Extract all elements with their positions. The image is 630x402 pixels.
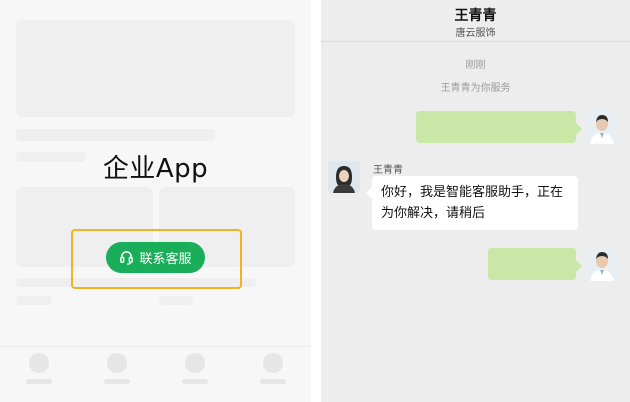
panel-divider bbox=[311, 0, 321, 402]
tab-placeholder-1[interactable] bbox=[24, 353, 54, 393]
skeleton-line bbox=[159, 296, 193, 305]
skeleton-banner bbox=[16, 20, 295, 117]
agent-avatar[interactable] bbox=[328, 161, 360, 193]
tab-placeholder-2[interactable] bbox=[102, 353, 132, 393]
agent-message-bubble[interactable]: 你好，我是智能客服助手，正在为你解决，请稍后 bbox=[366, 176, 578, 230]
app-title: 企业App bbox=[102, 154, 209, 184]
tab-placeholder-4[interactable] bbox=[258, 353, 288, 393]
service-notice: 王青青为你服务 bbox=[440, 83, 511, 94]
chat-contact-name: 王青青 bbox=[454, 8, 497, 24]
tab-label-placeholder bbox=[182, 379, 208, 384]
skeleton-line bbox=[16, 296, 52, 305]
contact-support-label: 联系客服 bbox=[139, 252, 192, 267]
user-message-bubble[interactable] bbox=[416, 111, 582, 143]
message-timestamp: 刚刚 bbox=[465, 60, 486, 71]
tab-placeholder-3[interactable] bbox=[180, 353, 210, 393]
tab-label-placeholder bbox=[260, 379, 286, 384]
tab-icon-placeholder bbox=[263, 353, 283, 373]
tab-icon-placeholder bbox=[29, 353, 49, 373]
contact-support-button[interactable]: 联系客服 bbox=[106, 242, 205, 273]
headset-icon bbox=[119, 250, 134, 265]
enterprise-app-mockup: 企业App 联系客服 bbox=[0, 0, 311, 402]
skeleton-line bbox=[16, 129, 215, 141]
chat-window: 王青青 唐云服饰 刚刚 王青青为你服务 王青青 你好，我是智能客服助手，正在为你… bbox=[321, 0, 630, 402]
tab-label-placeholder bbox=[26, 379, 52, 384]
agent-name: 王青青 bbox=[373, 165, 403, 176]
chat-organization: 唐云服饰 bbox=[455, 28, 496, 39]
tab-icon-placeholder bbox=[107, 353, 127, 373]
tab-icon-placeholder bbox=[185, 353, 205, 373]
user-message-bubble[interactable] bbox=[488, 248, 582, 280]
chat-header: 王青青 唐云服饰 bbox=[321, 0, 630, 42]
tab-label-placeholder bbox=[104, 379, 130, 384]
user-avatar[interactable] bbox=[585, 110, 619, 144]
user-avatar[interactable] bbox=[585, 247, 619, 281]
bottom-tab-bar bbox=[0, 346, 311, 402]
